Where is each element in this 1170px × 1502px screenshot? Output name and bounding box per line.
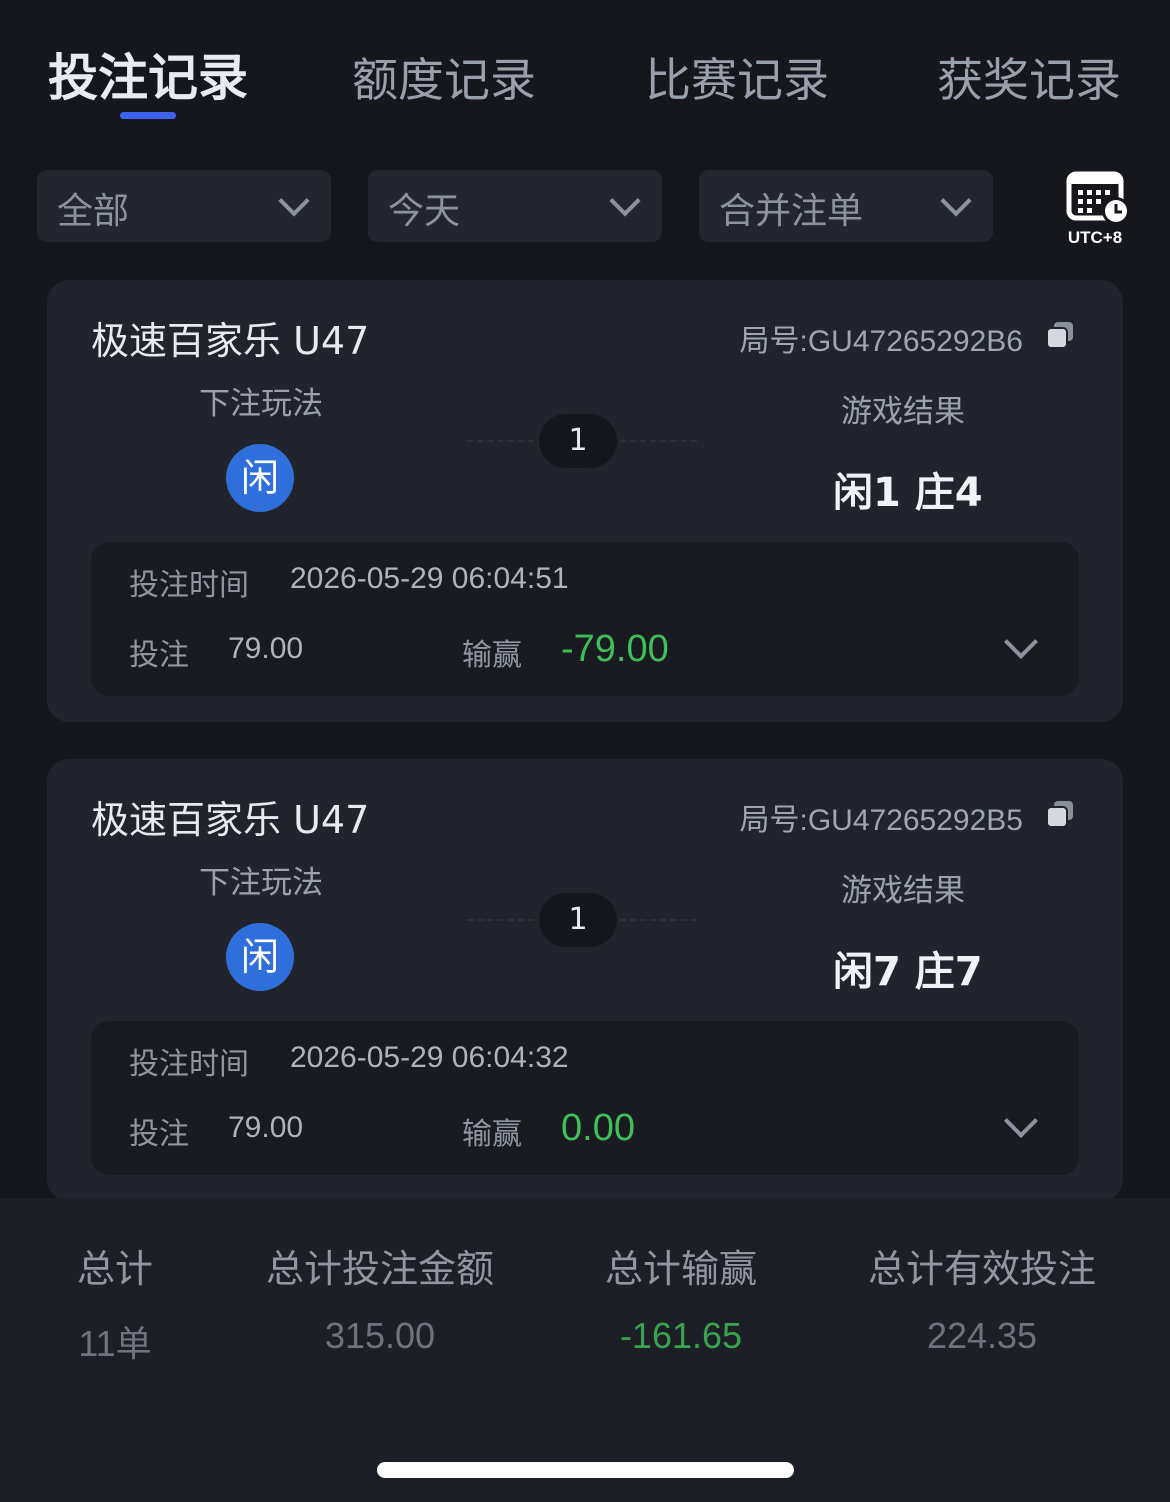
summary-bet-amount-value: 315.00 [324,1315,436,1356]
tab-prize-records[interactable]: 获奖记录 [937,44,1121,110]
summary-total-label: 总计 [76,1247,153,1291]
tab-bet-records[interactable]: 投注记录 [48,38,248,110]
bet-count-badge: 1 [539,893,617,947]
chevron-down-icon [278,185,310,217]
record-tabs: 投注记录 额度记录 比赛记录 获奖记录 [0,38,1170,128]
chevron-down-icon [609,185,641,217]
summary-bet-amount-label: 总计投注金额 [265,1247,494,1291]
stake-value: 79.00 [228,1111,304,1144]
summary-valid-bet-value: 224.35 [926,1315,1038,1356]
copy-icon[interactable] [1045,799,1075,829]
stake-value: 79.00 [228,632,304,665]
bet-type-label: 下注玩法 [199,386,323,422]
summary-winloss-value: -161.65 [619,1315,743,1356]
bet-time-value: 2026-05-29 06:04:51 [290,562,569,595]
game-result-label: 游戏结果 [841,394,965,430]
tab-credit-records[interactable]: 额度记录 [352,44,536,110]
summary-footer: 总计 11单 总计投注金额 315.00 总计输赢 -161.65 总计有效投注… [0,1198,1170,1502]
stake-label: 投注 [129,1117,189,1152]
calendar-clock-icon [1066,171,1130,225]
chevron-down-icon [940,185,972,217]
copy-icon[interactable] [1045,320,1075,350]
bet-detail-panel: 投注时间 2026-05-29 06:04:51 投注 79.00 输赢 -79… [91,542,1079,696]
game-result-value: 闲7 庄7 [833,949,983,995]
winloss-label: 输赢 [462,638,522,673]
summary-total: 总计 11单 [40,1238,190,1367]
game-title: 极速百家乐 U47 [91,319,370,363]
home-indicator[interactable] [377,1462,794,1478]
game-result-value: 闲1 庄4 [833,470,983,516]
bet-record-card[interactable]: 极速百家乐 U47 局号:GU47265292B6 下注玩法 闲 1 游戏结果 … [47,280,1123,722]
summary-bet-amount: 总计投注金额 315.00 [240,1238,520,1357]
summary-valid-bet: 总计有效投注 224.35 [842,1238,1122,1357]
active-tab-indicator [120,112,176,119]
bet-detail-panel: 投注时间 2026-05-29 06:04:32 投注 79.00 输赢 0.0… [91,1021,1079,1175]
summary-total-value: 11单 [78,1323,152,1364]
bet-history-page: 投注记录 额度记录 比赛记录 获奖记录 全部 今天 合并注单 UTC+8 极速百… [0,0,1170,1502]
summary-winloss: 总计输赢 -161.65 [570,1238,792,1357]
winloss-value: 0.00 [561,1107,635,1149]
round-number: 局号:GU47265292B6 [739,325,1023,358]
winloss-label: 输赢 [462,1117,522,1152]
filter-category-dropdown[interactable]: 全部 [37,170,331,242]
filter-date-label: 今天 [388,191,461,232]
stake-label: 投注 [129,638,189,673]
tab-match-records[interactable]: 比赛记录 [645,44,829,110]
summary-winloss-label: 总计输赢 [604,1247,757,1291]
timezone-button[interactable]: UTC+8 [1060,170,1132,250]
expand-chevron-icon[interactable] [1004,1104,1038,1138]
bet-time-label: 投注时间 [129,568,249,603]
game-result-label: 游戏结果 [841,873,965,909]
round-number: 局号:GU47265292B5 [739,804,1023,837]
summary-valid-bet-label: 总计有效投注 [867,1247,1096,1291]
filter-merge-dropdown[interactable]: 合并注单 [699,170,993,242]
expand-chevron-icon[interactable] [1004,625,1038,659]
winloss-value: -79.00 [561,628,669,670]
bet-time-value: 2026-05-29 06:04:32 [290,1041,569,1074]
bet-option-chip: 闲 [226,444,294,512]
filter-merge-label: 合并注单 [719,191,864,232]
filter-category-label: 全部 [57,191,130,232]
bet-count-badge: 1 [539,414,617,468]
bet-option-chip: 闲 [226,923,294,991]
game-title: 极速百家乐 U47 [91,798,370,842]
bet-time-label: 投注时间 [129,1047,249,1082]
bet-record-card[interactable]: 极速百家乐 U47 局号:GU47265292B5 下注玩法 闲 1 游戏结果 … [47,759,1123,1201]
filter-date-dropdown[interactable]: 今天 [368,170,662,242]
timezone-label: UTC+8 [1067,228,1123,247]
bet-type-label: 下注玩法 [199,865,323,901]
